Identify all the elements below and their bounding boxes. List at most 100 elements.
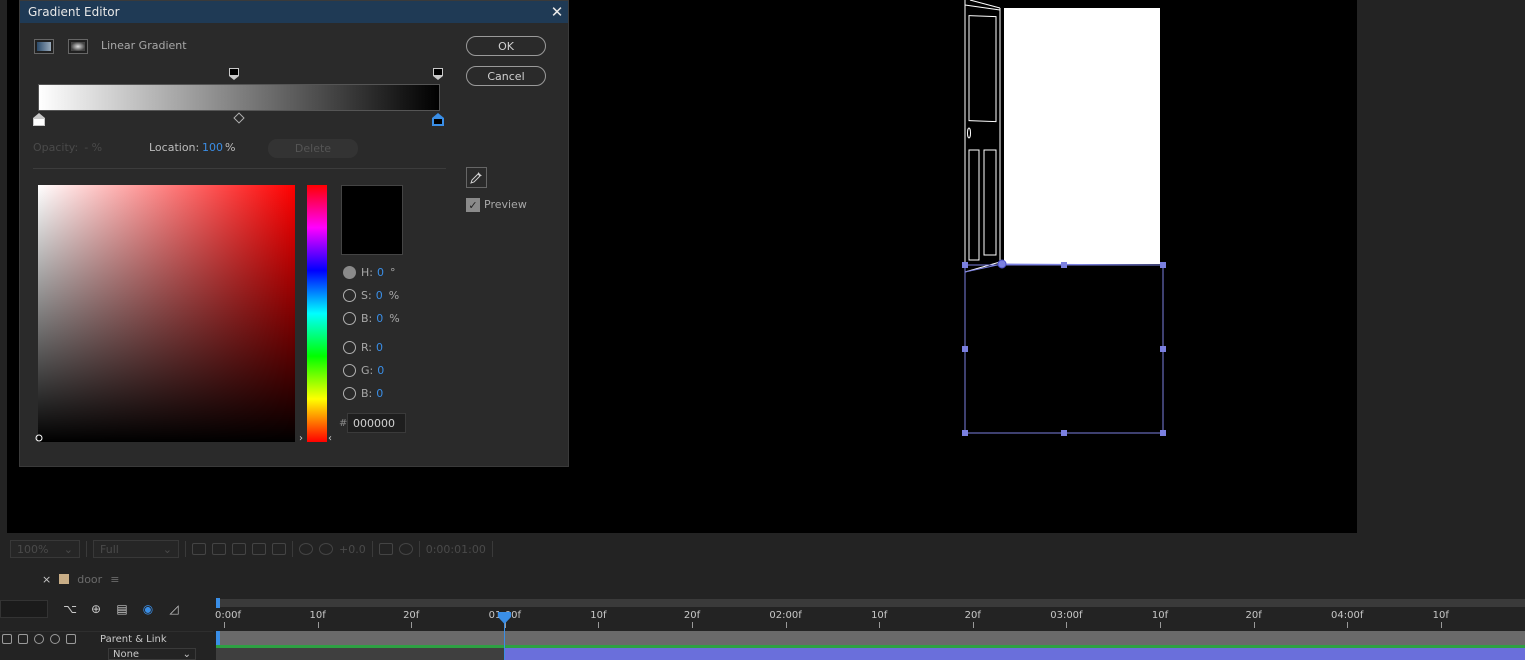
saturation-channel[interactable]: S: 0% bbox=[343, 289, 399, 302]
checkmark-icon: ✓ bbox=[468, 198, 478, 212]
brightness-channel[interactable]: B: 0% bbox=[343, 312, 400, 325]
snapshot-icon[interactable] bbox=[398, 543, 413, 555]
panel-menu-icon[interactable]: ≡ bbox=[110, 573, 119, 586]
transparency-grid-icon[interactable] bbox=[212, 543, 226, 555]
color-picker-cursor[interactable] bbox=[35, 434, 44, 443]
adjustment-switch-icon[interactable] bbox=[50, 634, 60, 644]
gradient-ramp[interactable] bbox=[38, 84, 440, 111]
saturation-value[interactable]: 0 bbox=[376, 289, 383, 302]
delete-stop-button[interactable]: Delete bbox=[268, 139, 358, 158]
parent-select[interactable]: None ⌄ bbox=[108, 648, 196, 660]
hue-value[interactable]: 0 bbox=[377, 266, 384, 279]
graph-editor-icon[interactable]: ◿ bbox=[166, 602, 182, 616]
eyedropper-button[interactable] bbox=[466, 167, 487, 188]
time-ruler-tick bbox=[411, 622, 413, 628]
time-ruler-label: 20f bbox=[403, 610, 420, 621]
cancel-button[interactable]: Cancel bbox=[466, 66, 546, 86]
resolution-select[interactable]: Full ⌄ bbox=[93, 540, 179, 558]
composition-flowchart-icon[interactable]: ⌥ bbox=[62, 602, 78, 616]
preview-checkbox[interactable]: ✓ bbox=[466, 198, 480, 212]
fx-switch-icon[interactable] bbox=[2, 634, 12, 644]
motion-blur-switch-icon[interactable] bbox=[34, 634, 44, 644]
timeline-switches: ⌥ ⊕ ▤ ◉ ◿ bbox=[62, 602, 182, 616]
viewer-side-panel bbox=[1357, 0, 1525, 533]
playhead-handle[interactable] bbox=[498, 612, 511, 624]
red-value[interactable]: 0 bbox=[376, 341, 383, 354]
hue-label: H: bbox=[361, 266, 373, 279]
door-opening bbox=[1004, 8, 1160, 264]
time-ruler-label: 10f bbox=[1151, 610, 1169, 621]
gradient-midpoint[interactable] bbox=[233, 112, 245, 124]
time-navigator-bar[interactable] bbox=[216, 599, 1525, 607]
timeline-tab[interactable]: × door ≡ bbox=[0, 570, 119, 588]
zoom-select[interactable]: 100% ⌄ bbox=[10, 540, 80, 558]
green-value[interactable]: 0 bbox=[377, 364, 384, 377]
left-panel-edge bbox=[0, 0, 7, 533]
hue-slider[interactable]: ‹ bbox=[307, 185, 332, 444]
green-radio[interactable] bbox=[343, 364, 356, 377]
blue-value[interactable]: 0 bbox=[376, 387, 383, 400]
section-divider bbox=[33, 168, 446, 169]
layer-bar-empty bbox=[216, 648, 504, 660]
time-ruler-label: 10f bbox=[1432, 610, 1449, 621]
close-tab-icon[interactable]: × bbox=[42, 573, 51, 586]
work-area-start-marker[interactable] bbox=[216, 598, 220, 660]
time-ruler-tick bbox=[224, 622, 225, 628]
exposure-icon[interactable] bbox=[319, 543, 333, 555]
ok-button[interactable]: OK bbox=[466, 36, 546, 56]
opacity-stop-right[interactable] bbox=[433, 68, 443, 80]
color-channel-icon[interactable] bbox=[299, 543, 313, 555]
delete-label: Delete bbox=[294, 142, 332, 155]
3d-view-icon[interactable] bbox=[272, 543, 286, 555]
mask-visibility-icon[interactable] bbox=[252, 543, 266, 555]
dialog-title-bar[interactable]: Gradient Editor bbox=[20, 1, 568, 23]
red-radio[interactable] bbox=[343, 341, 356, 354]
chevron-down-icon: ⌄ bbox=[63, 542, 73, 556]
hue-channel[interactable]: H: 0 ° bbox=[343, 266, 395, 279]
brightness-radio[interactable] bbox=[343, 312, 356, 325]
blue-label: B: bbox=[361, 387, 373, 400]
time-ruler-tick bbox=[972, 622, 974, 628]
work-area-bar[interactable] bbox=[216, 631, 1525, 645]
viewer-toolbar: 100% ⌄ Full ⌄ +0.0 0:00:01:00 bbox=[0, 538, 1525, 560]
color-stop-black-selected[interactable] bbox=[432, 113, 444, 126]
hue-slider-handle-icon[interactable]: ‹ bbox=[328, 433, 332, 444]
opacity-stop-left[interactable] bbox=[229, 68, 239, 80]
chevron-right-icon: › bbox=[299, 433, 303, 444]
saturation-brightness-picker[interactable]: › bbox=[35, 185, 303, 444]
parent-value: None bbox=[113, 648, 140, 660]
radial-gradient-button[interactable] bbox=[68, 39, 88, 54]
frame-blending-icon[interactable]: ▤ bbox=[114, 602, 130, 616]
location-label: Location: bbox=[149, 141, 200, 154]
green-channel[interactable]: G: 0 bbox=[343, 364, 384, 377]
door-shape-layers[interactable] bbox=[950, 0, 1180, 445]
linear-gradient-button[interactable] bbox=[34, 39, 54, 54]
layer-duration-bar[interactable] bbox=[504, 648, 1525, 660]
time-ruler-tick bbox=[598, 622, 600, 628]
region-of-interest-icon[interactable] bbox=[192, 543, 206, 555]
hue-radio[interactable] bbox=[343, 266, 356, 279]
selected-shape-bounds bbox=[964, 264, 1164, 434]
blue-channel[interactable]: B: 0 bbox=[343, 387, 383, 400]
camera-icon[interactable] bbox=[378, 543, 393, 555]
layer-search-input[interactable] bbox=[0, 600, 48, 618]
comp-name[interactable]: door bbox=[77, 573, 102, 586]
exposure-value[interactable]: +0.0 bbox=[339, 543, 366, 556]
brightness-value[interactable]: 0 bbox=[376, 312, 383, 325]
motion-blur-icon[interactable]: ◉ bbox=[140, 602, 156, 616]
location-unit: % bbox=[225, 141, 236, 154]
time-ruler-label: 04:00f bbox=[1331, 610, 1364, 621]
toolbar-divider bbox=[371, 541, 373, 557]
guides-icon[interactable] bbox=[232, 543, 246, 555]
frame-blend-switch-icon[interactable] bbox=[18, 634, 28, 644]
blue-radio[interactable] bbox=[343, 387, 356, 400]
saturation-radio[interactable] bbox=[343, 289, 356, 302]
shy-layers-icon[interactable]: ⊕ bbox=[88, 602, 104, 616]
3d-layer-switch-icon[interactable] bbox=[66, 634, 76, 644]
close-icon[interactable]: ✕ bbox=[546, 1, 568, 23]
color-stop-white[interactable] bbox=[33, 113, 45, 126]
current-time-display[interactable]: 0:00:01:00 bbox=[426, 543, 486, 556]
red-channel[interactable]: R: 0 bbox=[343, 341, 383, 354]
location-value[interactable]: 100 bbox=[202, 141, 223, 154]
hex-color-input[interactable]: 000000 bbox=[347, 413, 406, 433]
